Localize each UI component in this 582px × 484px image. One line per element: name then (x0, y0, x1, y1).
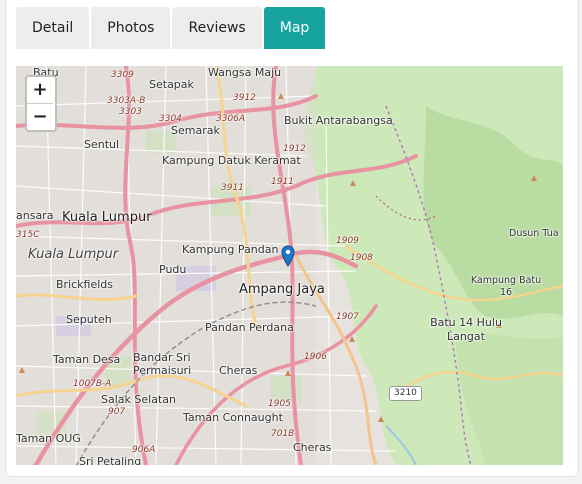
map-label-pudu: Pudu (159, 263, 187, 276)
map-label-seputeh: Seputeh (66, 313, 112, 326)
tab-detail[interactable]: Detail (16, 7, 90, 49)
map-label-semarak: Semarak (171, 124, 220, 137)
zoom-in-button[interactable]: + (27, 77, 53, 103)
map-label-wangsa-maju: Wangsa Maju (208, 66, 282, 79)
map-label-bandar-sri-permaisuri: Bandar Sri Permaisuri (133, 351, 192, 377)
road-label: 1909 (336, 236, 359, 246)
road-label: 1007B-A (73, 379, 112, 389)
road-label: 3911 (221, 183, 244, 193)
road-label: 1906 (304, 352, 327, 362)
road-label: 3303A-B (107, 96, 146, 106)
tab-reviews[interactable]: Reviews (172, 7, 262, 49)
map-label-batu-14-hulu-langat: Batu 14 Hulu Langat (430, 316, 502, 343)
road-label: 315C (16, 230, 40, 240)
map-label-taman-oug: Taman OUG (16, 432, 81, 445)
map-label-taman-connaught: Taman Connaught (183, 411, 283, 424)
zoom-control: + − (25, 75, 57, 132)
map-label-kuala-lumpur: Kuala Lumpur (62, 210, 152, 225)
map-label-sentul: Sentul (84, 138, 120, 151)
map-label-brickfields: Brickfields (56, 278, 114, 291)
road-label: 1907 (336, 312, 359, 322)
road-label: 1912 (283, 144, 306, 154)
road-label: 1908 (350, 253, 373, 263)
road-label: 3912 (233, 93, 256, 103)
map-label-cheras-south: Cheras (293, 441, 332, 454)
road-label: 3309 (111, 70, 134, 80)
tab-bar: Detail Photos Reviews Map (16, 7, 326, 49)
map-label-kampung-pandan: Kampung Pandan (182, 243, 279, 256)
road-label: 1905 (268, 399, 291, 409)
road-label: 3304 (159, 114, 182, 124)
road-label: 906A (132, 445, 156, 455)
map-label-setapak: Setapak (149, 78, 194, 91)
map-label-salak-selatan: Salak Selatan (101, 393, 176, 406)
zoom-out-button[interactable]: − (27, 103, 53, 130)
map-label-kampung-batu-16: Kampung Batu 16 (470, 275, 542, 298)
map-label-kampung-datuk: Kampung Datuk Keramat (162, 154, 301, 167)
map-label-bukit-antarabangsa: Bukit Antarabangsa (284, 114, 393, 127)
map-label-ampang-jaya: Ampang Jaya (239, 282, 325, 297)
map-label-pandan-perdana: Pandan Perdana (205, 321, 294, 334)
road-label: 701B (271, 429, 295, 439)
road-label: 1911 (271, 177, 294, 187)
road-shield-3210: 3210 (389, 386, 422, 401)
map-label-kuala-lumpur-region: Kuala Lumpur (28, 247, 119, 262)
road-label: 907 (108, 407, 126, 417)
road-label: 3306A (216, 114, 246, 124)
map-label-cheras: Cheras (219, 364, 258, 377)
map-label-taman-desa: Taman Desa (53, 353, 121, 366)
map-label-ansara: ansara (16, 209, 54, 222)
tab-map[interactable]: Map (263, 7, 326, 49)
tab-photos[interactable]: Photos (91, 7, 171, 49)
road-label: 3303 (119, 107, 142, 117)
map-label-dusun-tua: Dusun Tua (509, 228, 559, 239)
map-view[interactable]: Batu Wangsa Maju Setapak Semarak Bukit A… (16, 66, 563, 465)
map-label-sri-petaling: Sri Petaling (79, 455, 142, 465)
